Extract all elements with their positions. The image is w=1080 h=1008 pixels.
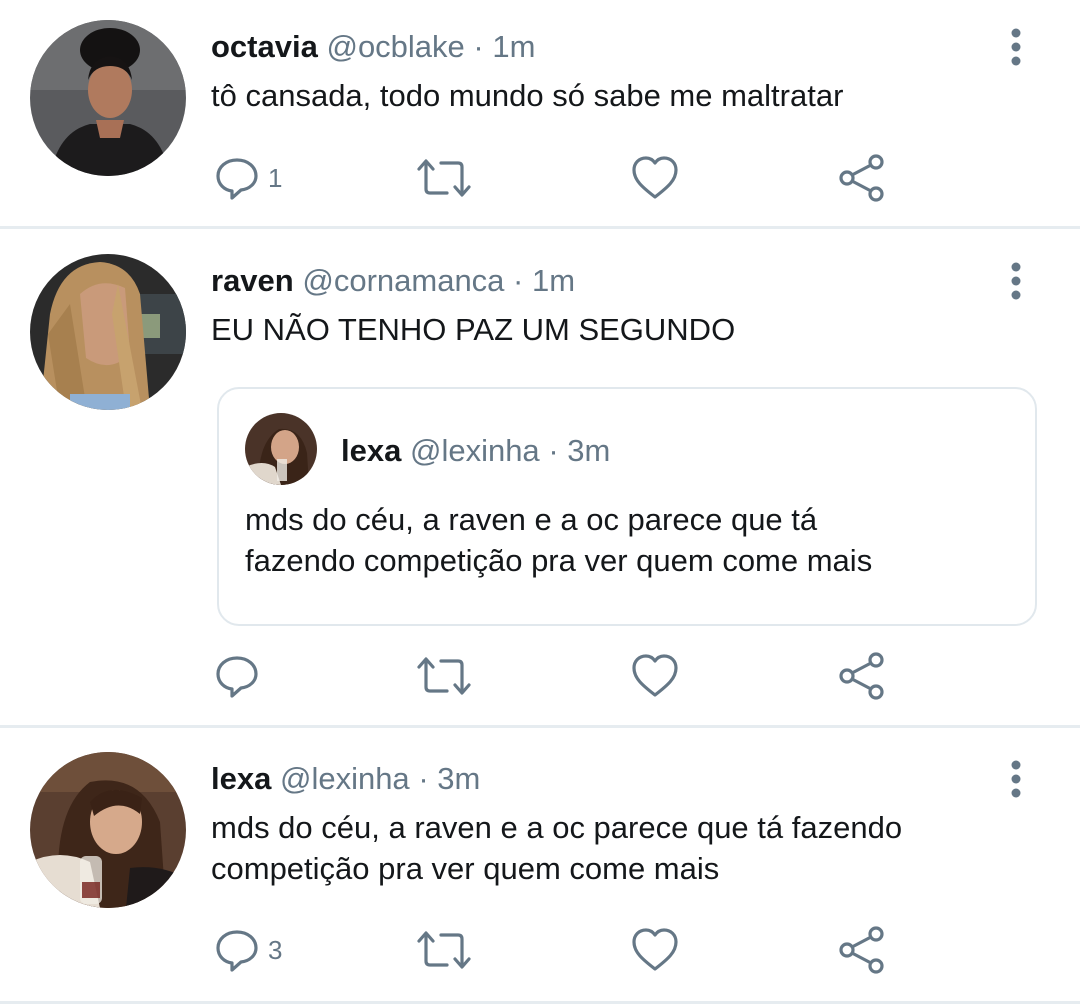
retweet-button[interactable] bbox=[415, 651, 473, 701]
like-button[interactable] bbox=[631, 651, 679, 701]
user-handle[interactable]: @cornamanca bbox=[302, 263, 504, 298]
share-button[interactable] bbox=[838, 153, 886, 203]
separator: · bbox=[473, 29, 484, 64]
quote-header: lexa @lexinha · 3m bbox=[341, 431, 610, 471]
user-handle[interactable]: @ocblake bbox=[326, 29, 464, 64]
quote-text-line: fazendo competição pra ver quem come mai… bbox=[245, 543, 873, 578]
timestamp[interactable]: 3m bbox=[437, 761, 480, 796]
reply-count: 3 bbox=[268, 934, 283, 965]
tweet-text-line: EU NÃO TENHO PAZ UM SEGUNDO bbox=[211, 312, 736, 347]
share-icon bbox=[839, 926, 884, 974]
quote-text: mds do céu, a raven e a oc parece que tá… bbox=[245, 499, 872, 581]
quote-display-name: lexa bbox=[341, 433, 402, 468]
more-options-icon[interactable] bbox=[1004, 27, 1028, 67]
retweet-icon bbox=[417, 931, 471, 969]
like-icon bbox=[632, 654, 678, 697]
share-icon bbox=[839, 652, 884, 700]
reply-button[interactable]: 3 bbox=[214, 925, 282, 975]
share-button[interactable] bbox=[838, 925, 886, 975]
like-button[interactable] bbox=[631, 153, 679, 203]
like-button[interactable] bbox=[631, 925, 679, 975]
retweet-icon bbox=[417, 657, 471, 695]
quote-timestamp: 3m bbox=[567, 433, 611, 468]
tweet-text: EU NÃO TENHO PAZ UM SEGUNDO bbox=[211, 309, 735, 350]
reply-count: 1 bbox=[268, 162, 283, 193]
tweet-raven[interactable]: raven @cornamanca · 1m EU NÃO TENHO PAZ … bbox=[0, 229, 1080, 725]
display-name[interactable]: lexa bbox=[211, 761, 271, 796]
user-handle[interactable]: @lexinha bbox=[280, 761, 410, 796]
quote-text-line: mds do céu, a raven e a oc parece que tá bbox=[245, 502, 818, 537]
retweet-button[interactable] bbox=[415, 153, 473, 203]
share-button[interactable] bbox=[838, 651, 886, 701]
like-icon bbox=[632, 156, 678, 199]
tweet-header: lexa @lexinha · 3m bbox=[211, 759, 480, 799]
display-name[interactable]: raven bbox=[211, 263, 294, 298]
like-icon bbox=[632, 928, 678, 971]
quote-user-handle: @lexinha bbox=[409, 433, 540, 468]
reply-icon bbox=[216, 158, 258, 200]
tweet-text-line: mds do céu, a raven e a oc parece que tá… bbox=[211, 810, 903, 845]
avatar[interactable] bbox=[30, 254, 186, 410]
more-options-icon[interactable] bbox=[1004, 261, 1028, 301]
reply-button[interactable] bbox=[214, 651, 268, 701]
more-options-icon[interactable] bbox=[1004, 759, 1028, 799]
share-icon bbox=[839, 154, 884, 202]
reply-icon bbox=[216, 656, 258, 698]
separator: · bbox=[548, 433, 559, 468]
quote-avatar bbox=[245, 413, 317, 485]
action-bar: 3 bbox=[0, 925, 1080, 975]
display-name[interactable]: octavia bbox=[211, 29, 318, 64]
tweet-lexa[interactable]: lexa @lexinha · 3m mds do céu, a raven e… bbox=[0, 728, 1080, 1004]
divider bbox=[0, 1001, 1080, 1004]
tweet-text-line: competição pra ver quem come mais bbox=[211, 851, 720, 886]
retweet-button[interactable] bbox=[415, 925, 473, 975]
quoted-tweet[interactable]: lexa @lexinha · 3m mds do céu, a raven e… bbox=[217, 387, 1037, 626]
action-bar bbox=[0, 651, 1080, 701]
tweet-text: tô cansada, todo mundo só sabe me maltra… bbox=[211, 75, 843, 116]
avatar[interactable] bbox=[30, 752, 186, 908]
tweet-header: octavia @ocblake · 1m bbox=[211, 27, 535, 67]
retweet-icon bbox=[417, 159, 471, 197]
tweet-header: raven @cornamanca · 1m bbox=[211, 261, 575, 301]
tweet-text: mds do céu, a raven e a oc parece que tá… bbox=[211, 807, 902, 889]
timestamp[interactable]: 1m bbox=[532, 263, 575, 298]
reply-button[interactable]: 1 bbox=[214, 153, 282, 203]
action-bar: 1 bbox=[0, 153, 1080, 203]
separator: · bbox=[418, 761, 429, 796]
timestamp[interactable]: 1m bbox=[492, 29, 535, 64]
tweet-text-line: tô cansada, todo mundo só sabe me maltra… bbox=[211, 78, 844, 113]
separator: · bbox=[513, 263, 524, 298]
tweet-octavia[interactable]: octavia @ocblake · 1m tô cansada, todo m… bbox=[0, 0, 1080, 228]
reply-icon bbox=[216, 930, 258, 972]
